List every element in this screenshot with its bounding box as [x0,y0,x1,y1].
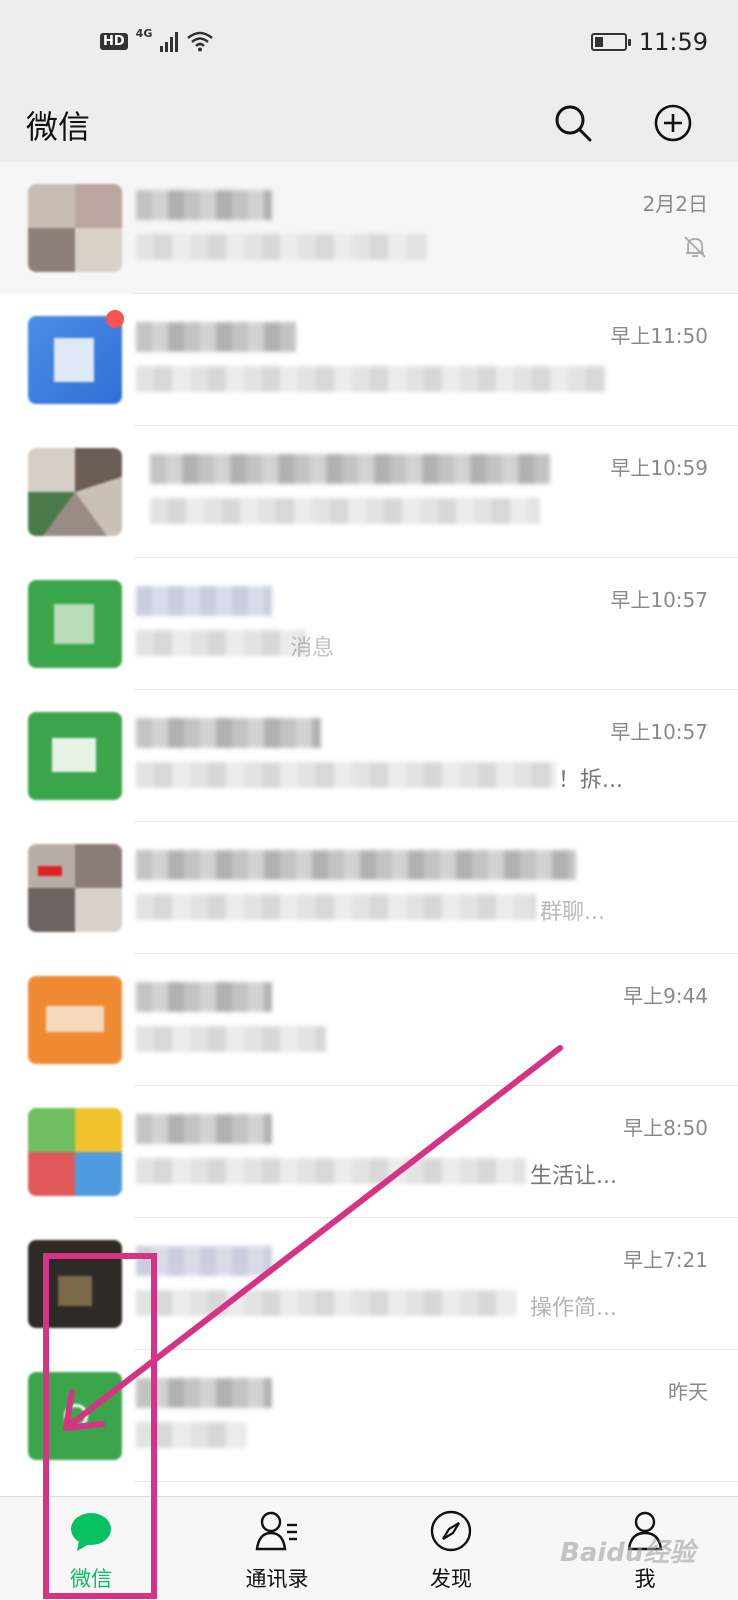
contact-name-blurred [136,1114,272,1144]
chat-time: 2月2日 [642,192,708,216]
chat-item[interactable]: 早上9:44 [0,954,738,1086]
chat-time: 早上10:59 [610,456,708,480]
contact-name-blurred [136,1246,272,1276]
message-preview-blurred [136,366,606,392]
message-preview-blurred [150,498,540,524]
chat-time: 早上7:21 [623,1248,708,1272]
chat-time: 早上10:57 [610,588,708,612]
contact-name-blurred [136,586,272,616]
message-preview-blurred [136,234,426,260]
status-left: HD 4G [100,26,214,52]
contact-name-blurred [136,322,296,352]
avatar [28,712,122,800]
chat-item[interactable]: ！拆... 早上10:57 [0,690,738,822]
tab-label: 微信 [70,1567,112,1591]
message-preview-blurred [136,894,536,920]
avatar [28,316,122,404]
message-preview-tail: 消息 [290,636,335,661]
avatar [28,580,122,668]
contact-name-blurred [136,190,272,220]
message-preview-blurred [136,1422,246,1448]
message-preview-blurred [136,630,306,656]
chat-item[interactable]: 操作简... 早上7:21 [0,1218,738,1350]
chat-time: 昨天 [668,1380,708,1404]
contact-name-blurred [150,454,550,484]
watermark-logo: Baidu经验 [560,1538,696,1568]
contact-name-blurred [136,982,272,1012]
chat-list: 2月2日 早上11:50 早上10:59 消息 早上10:57 ！拆... 早上… [0,162,738,1482]
chat-item[interactable]: 消息 早上10:57 [0,558,738,690]
add-icon[interactable] [650,100,696,146]
tab-discover[interactable]: 发现 [386,1497,516,1600]
message-preview-blurred [136,762,556,788]
app-header: 微信 [0,90,738,162]
message-preview-blurred [136,1290,516,1316]
wifi-icon [187,31,214,52]
avatar [28,1240,122,1328]
chat-item[interactable]: 昨天 [0,1350,738,1482]
chat-time: 早上11:50 [610,324,708,348]
chat-item[interactable]: 群聊... [0,822,738,954]
message-preview-tail: 生活让... [530,1164,617,1189]
avatar [28,1372,122,1460]
mute-bell-icon [684,236,706,258]
message-preview-tail: ！拆... [558,768,623,793]
chat-item[interactable]: 早上10:59 [0,426,738,558]
status-time: 11:59 [638,28,708,56]
chat-item[interactable]: 早上11:50 [0,294,738,426]
signal-icon [160,30,179,52]
avatar [28,1108,122,1196]
network-type: 4G [135,26,153,40]
tab-label: 发现 [430,1567,472,1591]
unread-dot [106,310,124,328]
message-preview-blurred [136,1026,326,1052]
search-icon[interactable] [550,100,596,146]
tab-label: 通讯录 [245,1567,309,1591]
message-preview-blurred [136,1158,526,1184]
compass-icon [430,1510,472,1552]
avatar [28,976,122,1064]
page-title: 微信 [26,108,91,146]
avatar [28,448,122,536]
contacts-icon [255,1511,297,1551]
chat-bubble-icon [71,1513,111,1551]
chat-time: 早上9:44 [623,984,708,1008]
battery-icon [590,33,631,51]
avatar [28,184,122,272]
chat-item[interactable]: 2月2日 [0,162,738,294]
message-preview-tail: 群聊... [540,900,605,925]
status-bar: HD 4G 11:59 [0,0,738,90]
chat-item[interactable]: 生活让... 早上8:50 [0,1086,738,1218]
hd-indicator: HD [100,32,128,50]
tab-chats[interactable]: 微信 [26,1497,156,1600]
contact-name-blurred [136,718,321,748]
contact-name-blurred [136,1378,272,1408]
chat-time: 早上10:57 [610,720,708,744]
contact-name-blurred [136,850,576,880]
chat-time: 早上8:50 [623,1116,708,1140]
avatar [28,844,122,932]
status-right: 11:59 [590,28,708,56]
tab-contacts[interactable]: 通讯录 [212,1497,342,1600]
message-preview-tail: 操作简... [530,1296,617,1321]
